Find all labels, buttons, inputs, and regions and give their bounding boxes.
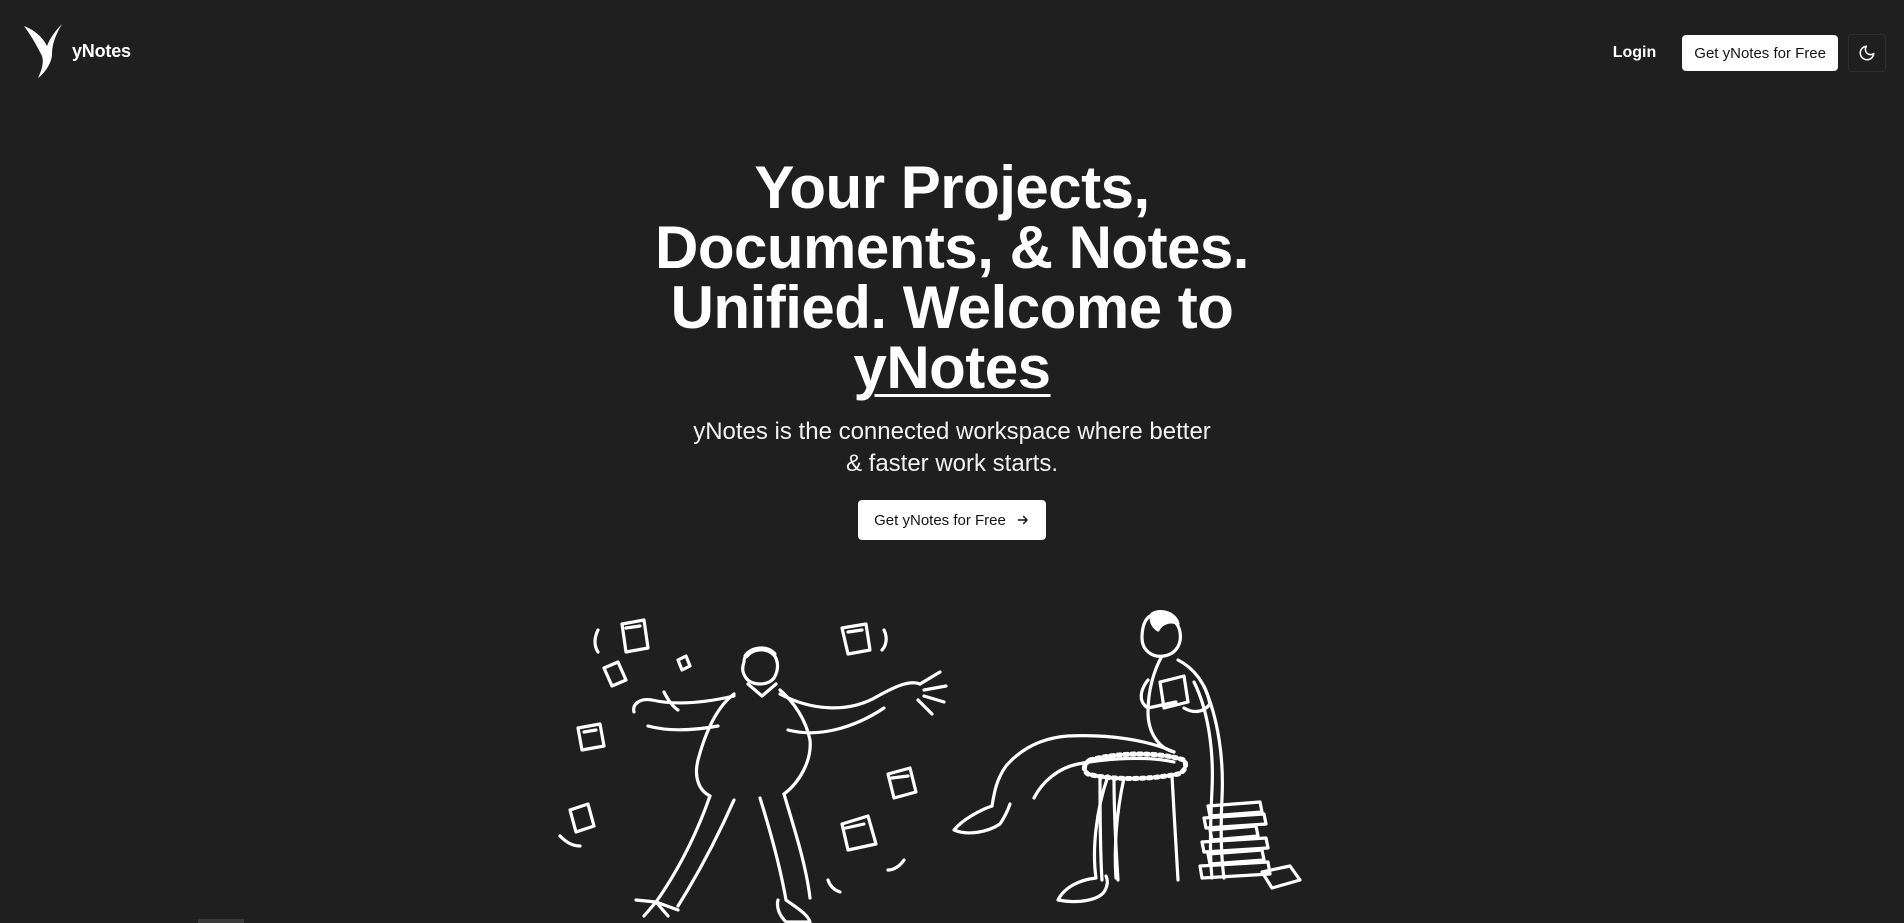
arrow-right-icon xyxy=(1017,515,1028,525)
hero-title-line-1: Your Projects, xyxy=(754,154,1150,221)
moon-icon xyxy=(1859,45,1875,61)
login-link[interactable]: Login xyxy=(1607,36,1663,70)
hero-subtitle: yNotes is the connected workspace where … xyxy=(693,418,1211,477)
horizontal-scrollbar-thumb[interactable] xyxy=(198,919,244,923)
man-juggling-papers-illustration xyxy=(558,618,948,923)
get-ynotes-hero-label: Get yNotes for Free xyxy=(874,511,1006,529)
hero-section: Your Projects, Documents, & Notes. Unifi… xyxy=(0,158,1904,540)
nav-actions: Login Get yNotes for Free xyxy=(1607,34,1886,72)
brand-name: yNotes xyxy=(72,40,131,61)
hero-title-line-3: Unified. Welcome to xyxy=(670,274,1234,341)
get-ynotes-hero-button[interactable]: Get yNotes for Free xyxy=(858,500,1046,540)
y-logo-icon xyxy=(24,24,62,78)
woman-reading-in-chair-illustration xyxy=(952,610,1302,904)
hero-illustration xyxy=(558,610,1302,923)
top-navigation: yNotes Login Get yNotes for Free xyxy=(0,0,1904,102)
brand-home-link[interactable]: yNotes xyxy=(22,22,131,80)
book-stack-illustration xyxy=(1198,800,1302,890)
hero-title-brand: yNotes xyxy=(853,334,1051,401)
get-ynotes-nav-button[interactable]: Get yNotes for Free xyxy=(1682,35,1838,71)
hero-title-line-2: Documents, & Notes. xyxy=(655,214,1249,281)
hero-title: Your Projects, Documents, & Notes. Unifi… xyxy=(612,158,1292,398)
theme-toggle-button[interactable] xyxy=(1848,34,1886,72)
